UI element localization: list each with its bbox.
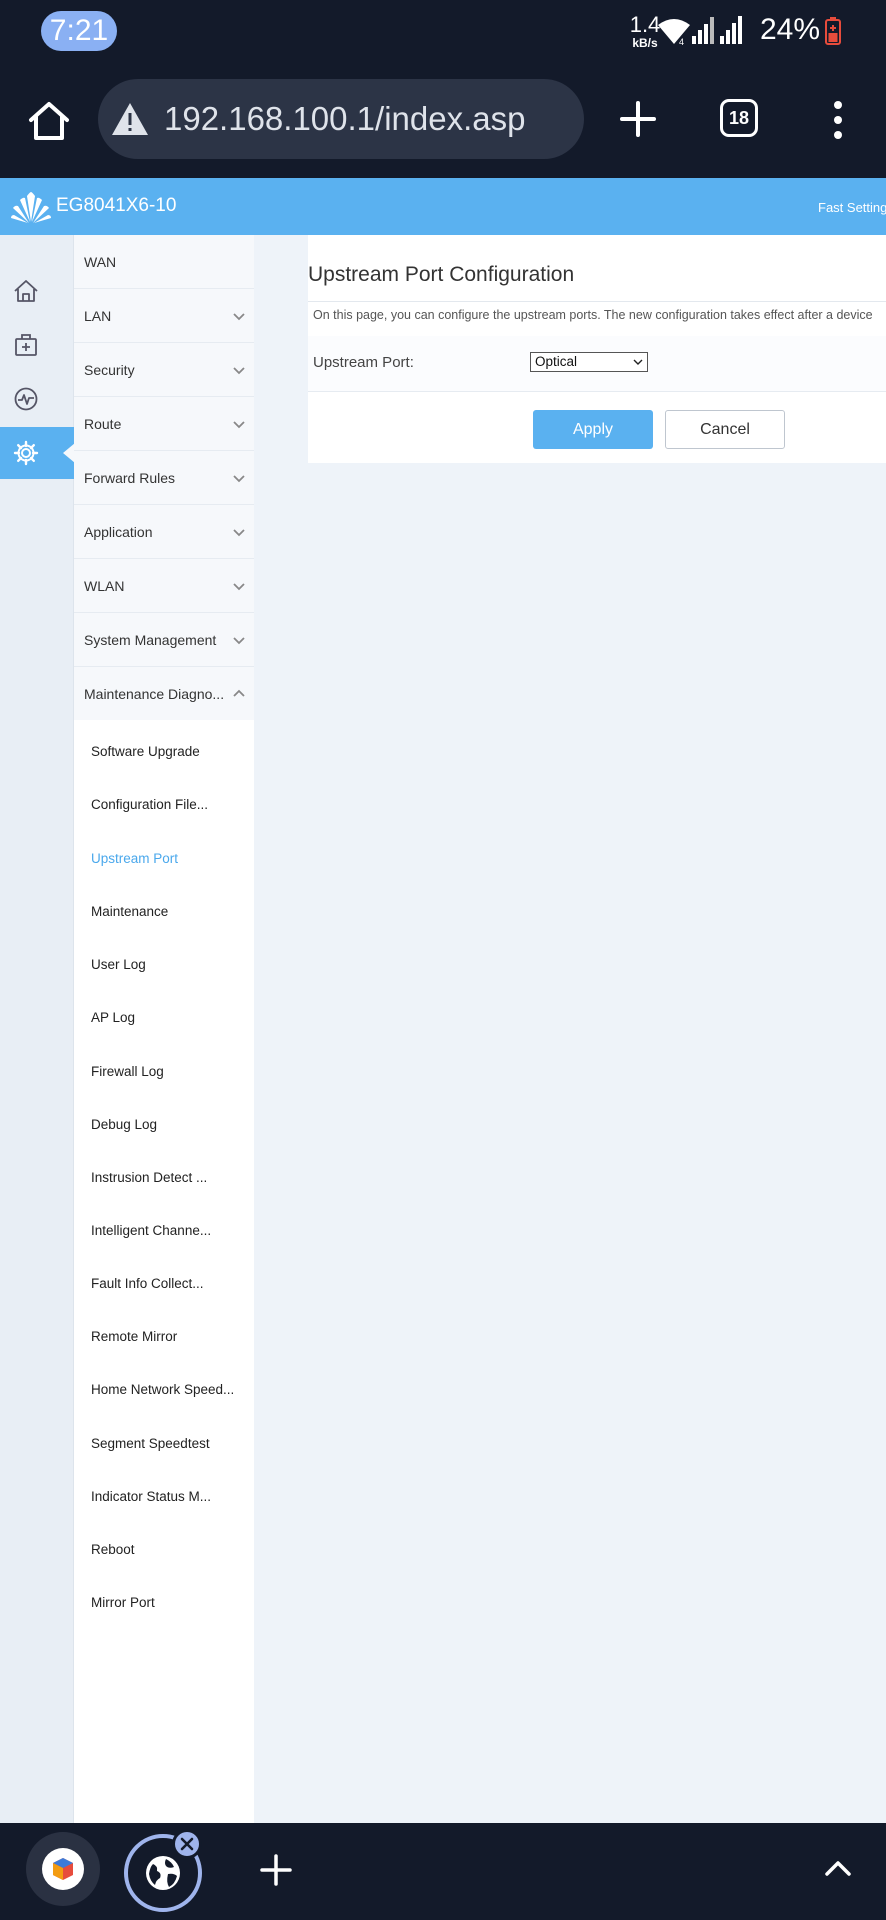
submenu-item-software-upgrade[interactable]: Software Upgrade bbox=[91, 744, 200, 759]
submenu-item-firewall-log[interactable]: Firewall Log bbox=[91, 1064, 164, 1079]
menu-item-label: Maintenance Diagno... bbox=[84, 686, 225, 702]
chevron-down-icon bbox=[233, 475, 245, 483]
status-bar: 7:21 1.4 kB/s 4 24% bbox=[0, 0, 886, 62]
submenu-item-intrusion-detect[interactable]: Instrusion Detect ... bbox=[91, 1170, 207, 1185]
battery-icon bbox=[825, 17, 841, 45]
submenu-item-indicator-status[interactable]: Indicator Status M... bbox=[91, 1489, 211, 1504]
maintenance-submenu: Software Upgrade Configuration File... U… bbox=[74, 720, 254, 1823]
menu-item-label: Security bbox=[84, 361, 135, 378]
menu-item-label: System Management bbox=[84, 631, 217, 648]
wifi-icon: 4 bbox=[658, 19, 690, 46]
submenu-item-reboot[interactable]: Reboot bbox=[91, 1542, 135, 1557]
add-tab-icon[interactable] bbox=[259, 1853, 293, 1887]
router-header: EG8041X6-10 Fast Setting bbox=[0, 178, 886, 235]
close-icon bbox=[180, 1837, 194, 1851]
chevron-down-icon bbox=[233, 367, 245, 375]
url-text[interactable]: 192.168.100.1/index.asp bbox=[164, 100, 525, 138]
submenu-item-intelligent-channel[interactable]: Intelligent Channe... bbox=[91, 1223, 211, 1238]
svg-text:4: 4 bbox=[679, 37, 684, 46]
chevron-down-icon bbox=[233, 583, 245, 591]
warning-icon[interactable] bbox=[110, 101, 150, 137]
chevron-up-icon[interactable] bbox=[824, 1858, 852, 1878]
chevron-down-icon bbox=[233, 529, 245, 537]
page-title: Upstream Port Configuration bbox=[308, 263, 575, 286]
submenu-item-configuration-file[interactable]: Configuration File... bbox=[91, 797, 208, 812]
network-speed-value: 1.4 bbox=[629, 12, 661, 37]
device-model: EG8041X6-10 bbox=[56, 195, 177, 216]
medkit-icon bbox=[15, 334, 37, 356]
address-bar[interactable]: 192.168.100.1/index.asp bbox=[98, 79, 584, 159]
menu-item-label: Route bbox=[84, 415, 122, 432]
menu-item-security[interactable]: Security bbox=[74, 343, 254, 397]
submenu-item-remote-mirror[interactable]: Remote Mirror bbox=[91, 1329, 177, 1344]
submenu-item-maintenance[interactable]: Maintenance bbox=[91, 904, 168, 919]
menu-item-maintenance-diagnosis[interactable]: Maintenance Diagno... bbox=[74, 667, 254, 721]
upstream-port-select[interactable]: Optical bbox=[530, 352, 648, 372]
upstream-port-label: Upstream Port: bbox=[313, 354, 414, 371]
menu-item-label: WAN bbox=[84, 253, 117, 270]
submenu-item-mirror-port[interactable]: Mirror Port bbox=[91, 1595, 155, 1610]
page-description: On this page, you can configure the upst… bbox=[313, 308, 873, 322]
fast-setting-link[interactable]: Fast Setting bbox=[818, 200, 886, 215]
chevron-down-icon bbox=[233, 637, 245, 645]
app-favicon bbox=[42, 1848, 84, 1890]
submenu-item-debug-log[interactable]: Debug Log bbox=[91, 1117, 157, 1132]
category-rail bbox=[0, 235, 75, 1823]
menu-item-route[interactable]: Route bbox=[74, 397, 254, 451]
clock: 7:21 bbox=[41, 11, 117, 51]
rail-item-home[interactable] bbox=[0, 265, 74, 317]
submenu-item-user-log[interactable]: User Log bbox=[91, 957, 146, 972]
upstream-port-value: Optical bbox=[535, 354, 578, 369]
menu-item-wlan[interactable]: WLAN bbox=[74, 559, 254, 613]
cube-icon bbox=[53, 1858, 73, 1880]
submenu-item-segment-speedtest[interactable]: Segment Speedtest bbox=[91, 1436, 210, 1451]
more-menu-icon[interactable] bbox=[828, 99, 848, 141]
browser-toolbar: 192.168.100.1/index.asp 18 bbox=[0, 62, 886, 178]
menu-item-label: Forward Rules bbox=[84, 469, 176, 486]
rail-item-advanced[interactable] bbox=[0, 427, 75, 479]
submenu-item-upstream-port[interactable]: Upstream Port bbox=[91, 851, 178, 866]
tab-switcher-button[interactable]: 18 bbox=[720, 99, 758, 137]
new-tab-icon[interactable] bbox=[619, 100, 657, 138]
rail-item-status[interactable] bbox=[0, 373, 74, 425]
submenu-item-ap-log[interactable]: AP Log bbox=[91, 1010, 135, 1025]
apply-button[interactable]: Apply bbox=[533, 410, 653, 449]
close-tab-button[interactable] bbox=[172, 1829, 202, 1859]
tab-thumbnail[interactable] bbox=[26, 1832, 100, 1906]
home-icon bbox=[14, 280, 38, 302]
chevron-down-icon bbox=[233, 313, 245, 321]
settings-menu: WAN LAN Security Route Forward Rules App… bbox=[74, 235, 254, 1823]
menu-item-label: LAN bbox=[84, 307, 112, 324]
signal-icon bbox=[692, 16, 742, 44]
menu-item-application[interactable]: Application bbox=[74, 505, 254, 559]
chevron-down-icon bbox=[233, 421, 245, 429]
menu-item-forward-rules[interactable]: Forward Rules bbox=[74, 451, 254, 505]
submenu-item-fault-info-collect[interactable]: Fault Info Collect... bbox=[91, 1276, 204, 1291]
menu-item-label: Application bbox=[84, 523, 153, 540]
title-divider bbox=[308, 301, 886, 302]
gear-icon bbox=[13, 440, 39, 466]
home-icon[interactable] bbox=[26, 98, 72, 144]
menu-item-label: WLAN bbox=[84, 577, 125, 594]
main-content: Upstream Port Configuration On this page… bbox=[254, 235, 886, 1823]
upstream-port-row: Upstream Port: Optical bbox=[308, 336, 886, 392]
rail-item-diagnose[interactable] bbox=[0, 319, 74, 371]
menu-item-wan[interactable]: WAN bbox=[74, 235, 254, 289]
chevron-up-icon bbox=[233, 689, 245, 697]
submenu-item-home-network-speed[interactable]: Home Network Speed... bbox=[91, 1382, 234, 1397]
chevron-down-icon bbox=[633, 359, 643, 365]
browser-bottom-bar bbox=[0, 1823, 886, 1920]
huawei-logo-icon bbox=[11, 192, 51, 223]
globe-icon bbox=[146, 1856, 180, 1890]
pulse-icon bbox=[14, 387, 38, 411]
menu-item-system-management[interactable]: System Management bbox=[74, 613, 254, 667]
cancel-button[interactable]: Cancel bbox=[665, 410, 785, 449]
battery-percent: 24% bbox=[760, 13, 821, 46]
menu-item-lan[interactable]: LAN bbox=[74, 289, 254, 343]
